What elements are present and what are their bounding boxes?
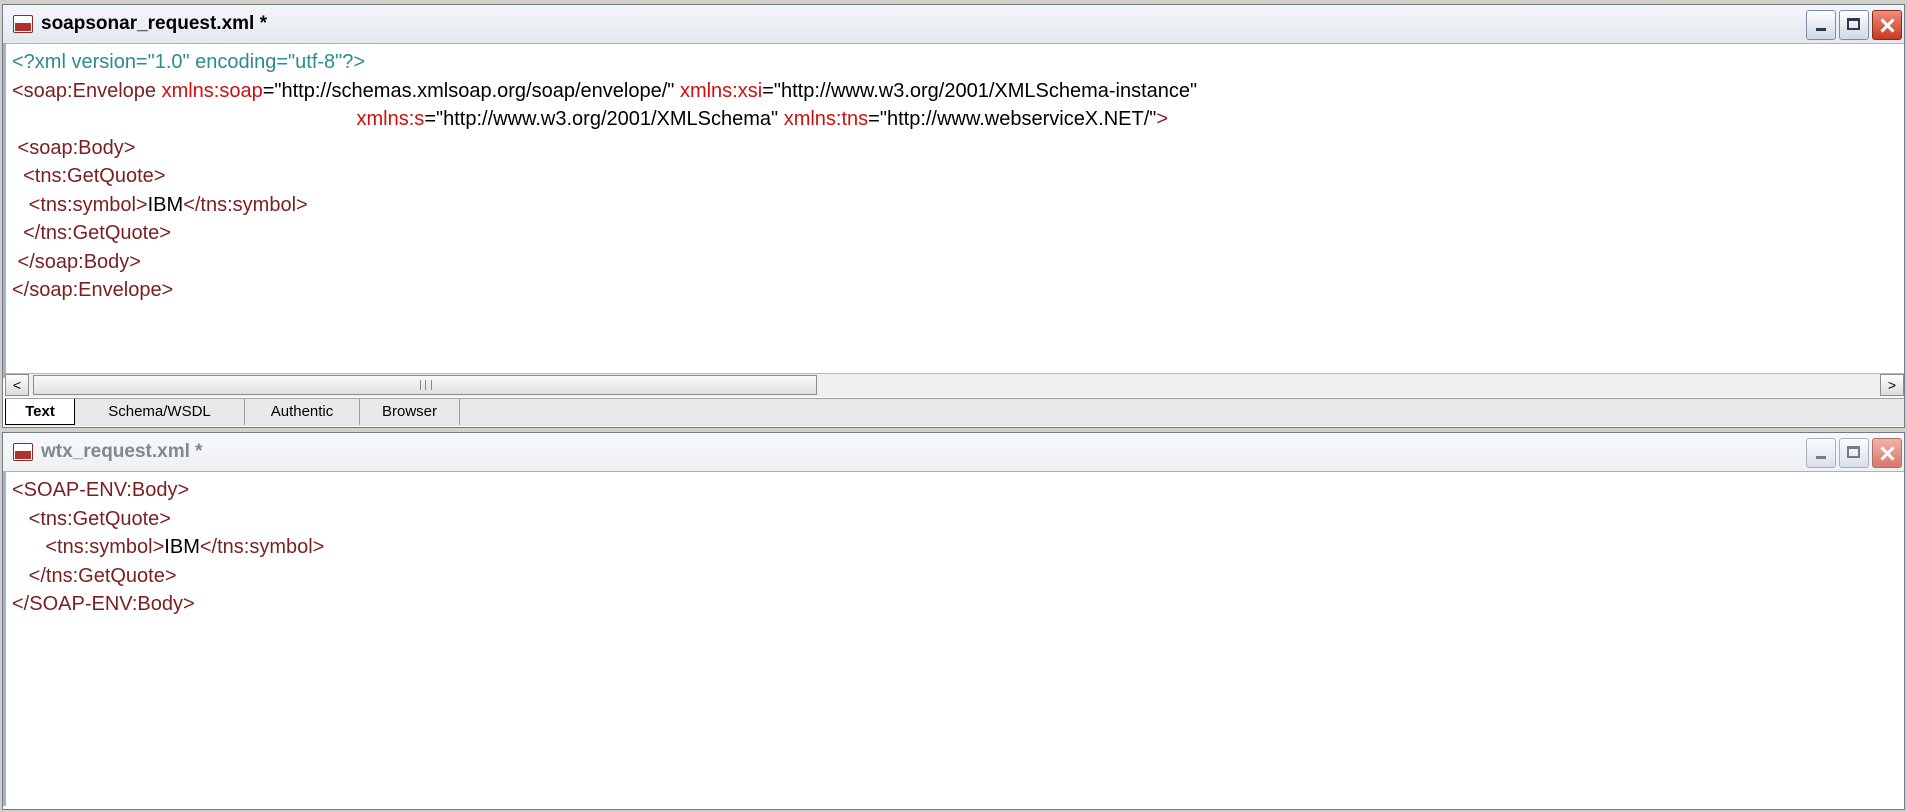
- code-line: <tns:symbol>IBM</tns:symbol>: [12, 191, 1904, 220]
- tab-text[interactable]: Text: [5, 399, 75, 425]
- close-button[interactable]: [1872, 438, 1902, 468]
- tab-browser[interactable]: Browser: [360, 399, 460, 425]
- tab-schema-wsdl[interactable]: Schema/WSDL: [75, 399, 245, 425]
- code-token: IBM: [164, 536, 200, 558]
- code-token: </SOAP-ENV:Body>: [12, 593, 195, 615]
- title-bar[interactable]: soapsonar_request.xml *: [3, 5, 1904, 44]
- code-token: =: [424, 108, 436, 130]
- scroll-left-icon[interactable]: <: [5, 374, 29, 396]
- code-token: </soap:Envelope>: [12, 279, 174, 301]
- code-token: =: [868, 108, 880, 130]
- code-line: <soap:Body>: [12, 134, 1904, 163]
- window-title: wtx_request.xml *: [41, 441, 203, 462]
- code-token: "http://www.w3.org/2001/XMLSchema-instan…: [773, 79, 1198, 102]
- xml-file-icon: [13, 443, 33, 461]
- code-token: </soap:Body>: [12, 250, 141, 273]
- code-token: <tns:GetQuote>: [12, 507, 171, 530]
- code-token: xmlns:xsi: [679, 79, 763, 102]
- code-token: xmlns:soap: [161, 79, 263, 102]
- code-line: <tns:GetQuote>: [12, 505, 1904, 534]
- code-line: <tns:symbol>IBM</tns:symbol>: [12, 533, 1904, 562]
- code-token: >: [1156, 108, 1169, 130]
- code-token: <soap:Body>: [12, 136, 136, 159]
- code-token: <SOAP-ENV:Body>: [12, 479, 190, 501]
- code-line: <?xml version="1.0" encoding="utf-8"?>: [12, 48, 1904, 77]
- code-token: =: [262, 79, 275, 102]
- maximize-button[interactable]: [1839, 10, 1869, 40]
- tab-authentic[interactable]: Authentic: [245, 399, 360, 425]
- code-token: <?xml version="1.0" encoding="utf-8"?>: [12, 51, 366, 73]
- code-token: xmlns:tns: [783, 108, 869, 130]
- code-line: xmlns:s="http://www.w3.org/2001/XMLSchem…: [12, 105, 1904, 134]
- code-line: </soap:Envelope>: [12, 276, 1904, 305]
- view-tabs: Text Schema/WSDL Authentic Browser: [5, 398, 1904, 426]
- xml-text-editor[interactable]: <SOAP-ENV:Body> <tns:GetQuote> <tns:symb…: [3, 472, 1904, 806]
- window-title: soapsonar_request.xml *: [41, 13, 267, 34]
- code-token: </tns:GetQuote>: [12, 564, 177, 587]
- code-token: </tns:symbol>: [183, 193, 308, 216]
- code-token: </tns:GetQuote>: [12, 222, 171, 244]
- code-token: IBM: [147, 193, 184, 216]
- horizontal-scrollbar[interactable]: < >: [5, 373, 1904, 397]
- minimize-button[interactable]: [1806, 10, 1836, 40]
- scrollbar-thumb[interactable]: [33, 375, 817, 395]
- code-token: "http://www.webserviceX.NET/": [879, 108, 1157, 130]
- code-token: <tns:symbol>: [12, 536, 165, 558]
- close-button[interactable]: [1872, 10, 1902, 40]
- code-token: <tns:GetQuote>: [12, 165, 166, 187]
- code-token: <tns:symbol>: [12, 193, 148, 216]
- code-token: xmlns:s: [356, 108, 425, 130]
- code-line: <soap:Envelope xmlns:soap="http://schema…: [12, 77, 1904, 106]
- code-token: </tns:symbol>: [199, 536, 325, 558]
- minimize-button[interactable]: [1806, 438, 1836, 468]
- window-controls: [1806, 10, 1902, 40]
- code-line: </tns:GetQuote>: [12, 562, 1904, 591]
- xml-text-editor[interactable]: <?xml version="1.0" encoding="utf-8"?> <s…: [3, 44, 1904, 378]
- maximize-button[interactable]: [1839, 438, 1869, 468]
- code-line: </SOAP-ENV:Body>: [12, 590, 1904, 619]
- title-bar[interactable]: wtx_request.xml *: [3, 433, 1904, 472]
- xml-file-icon: [13, 15, 33, 33]
- xml-editor-window-1[interactable]: soapsonar_request.xml * <?xml version="1…: [2, 4, 1905, 428]
- scroll-right-icon[interactable]: >: [1880, 374, 1904, 396]
- code-line: <tns:GetQuote>: [12, 162, 1904, 191]
- code-token: "http://schemas.xmlsoap.org/soap/envelop…: [274, 79, 680, 102]
- window-controls: [1806, 438, 1902, 468]
- code-line: </tns:GetQuote>: [12, 219, 1904, 248]
- code-token: "http://www.w3.org/2001/XMLSchema": [436, 108, 784, 130]
- code-line: <SOAP-ENV:Body>: [12, 476, 1904, 505]
- grip-icon: [420, 380, 432, 390]
- code-token: =: [762, 79, 774, 102]
- code-line: </soap:Body>: [12, 248, 1904, 277]
- xml-editor-window-2[interactable]: wtx_request.xml * <SOAP-ENV:Body> <tns:G…: [2, 432, 1905, 810]
- code-token: <soap:Envelope: [12, 79, 162, 102]
